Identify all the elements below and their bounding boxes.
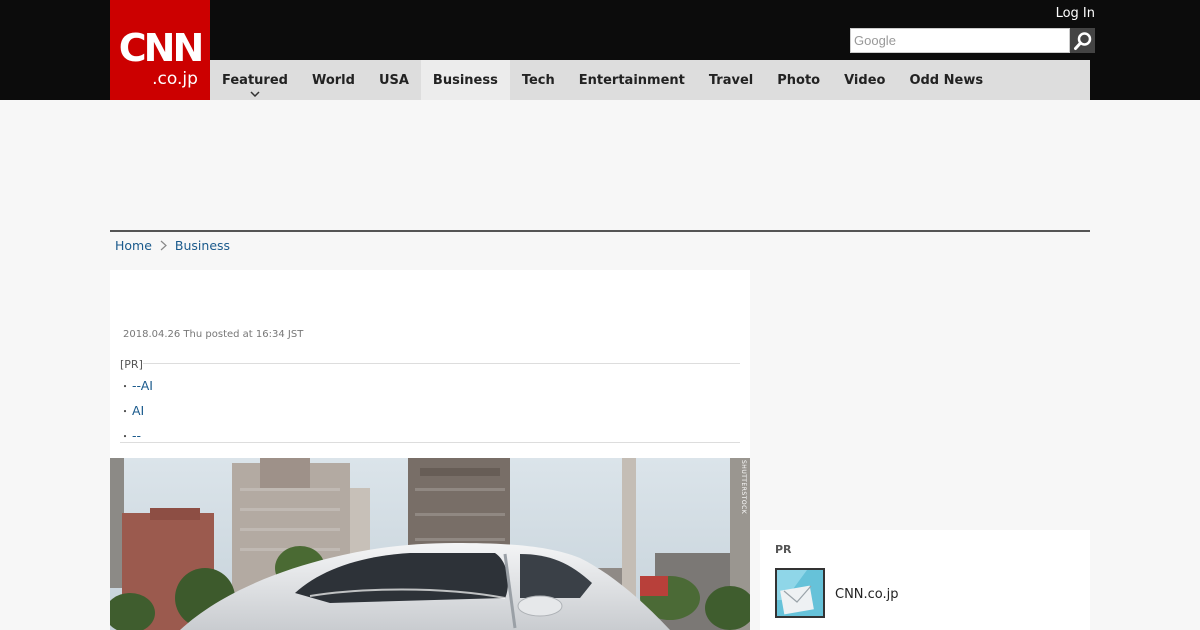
pr-link[interactable]: --AI — [132, 378, 153, 393]
nav-item-featured[interactable]: Featured — [210, 60, 300, 100]
posted-timestamp: 2018.04.26 Thu posted at 16:34 JST — [123, 329, 304, 340]
pr-divider-bottom — [120, 442, 740, 443]
nav-item-world[interactable]: World — [300, 60, 367, 100]
photo-credit: SHUTTERSTOCK — [740, 460, 747, 515]
breadcrumb-home[interactable]: Home — [115, 238, 152, 253]
nav-item-usa[interactable]: USA — [367, 60, 421, 100]
nav-item-label: Featured — [222, 72, 288, 88]
list-item: ・ AI — [120, 399, 153, 424]
pr-link[interactable]: AI — [132, 403, 144, 418]
section-divider — [110, 230, 1090, 232]
side-pr-label: PR — [775, 543, 792, 556]
article-photo: SHUTTERSTOCK — [110, 458, 750, 630]
side-pr-thumbnail[interactable] — [775, 568, 825, 618]
bullet: ・ — [120, 382, 130, 393]
top-header: CNN .co.jp Log In Featured World USA Bus… — [0, 0, 1200, 100]
bullet: ・ — [120, 432, 130, 443]
pr-link[interactable]: -- — [132, 428, 141, 443]
nav-item-video[interactable]: Video — [832, 60, 897, 100]
side-pr-link[interactable]: CNN.co.jp — [835, 587, 899, 602]
cnn-logo[interactable]: CNN .co.jp — [110, 0, 210, 100]
bullet: ・ — [120, 407, 130, 418]
article-card: 2018.04.26 Thu posted at 16:34 JST [PR] … — [110, 270, 750, 630]
logo-main-text: CNN — [118, 26, 205, 70]
nav-item-photo[interactable]: Photo — [765, 60, 832, 100]
nav-item-odd-news[interactable]: Odd News — [897, 60, 995, 100]
chevron-down-icon — [250, 91, 260, 97]
search-box — [850, 28, 1095, 53]
search-input[interactable] — [850, 28, 1070, 53]
pr-divider-top — [143, 363, 740, 364]
side-pr-box: PR CNN.co.jp — [760, 530, 1090, 630]
breadcrumb: Home Business — [115, 238, 230, 253]
pr-link-list: ・ --AI ・ AI ・ -- — [120, 374, 153, 449]
chevron-right-icon — [160, 240, 167, 251]
main-nav: Featured World USA Business Tech Enterta… — [210, 60, 1090, 100]
search-icon — [1073, 31, 1091, 50]
pr-tag: [PR] — [120, 358, 143, 371]
login-link[interactable]: Log In — [1056, 6, 1095, 21]
list-item: ・ -- — [120, 424, 153, 449]
list-item: ・ --AI — [120, 374, 153, 399]
nav-item-tech[interactable]: Tech — [510, 60, 567, 100]
nav-item-travel[interactable]: Travel — [697, 60, 765, 100]
nav-item-business[interactable]: Business — [420, 60, 510, 100]
logo-sub-text: .co.jp — [152, 69, 198, 89]
car-city-image — [110, 458, 750, 630]
mail-device-icon — [777, 570, 823, 616]
breadcrumb-business[interactable]: Business — [175, 238, 230, 253]
nav-item-entertainment[interactable]: Entertainment — [567, 60, 697, 100]
search-button[interactable] — [1070, 28, 1095, 53]
